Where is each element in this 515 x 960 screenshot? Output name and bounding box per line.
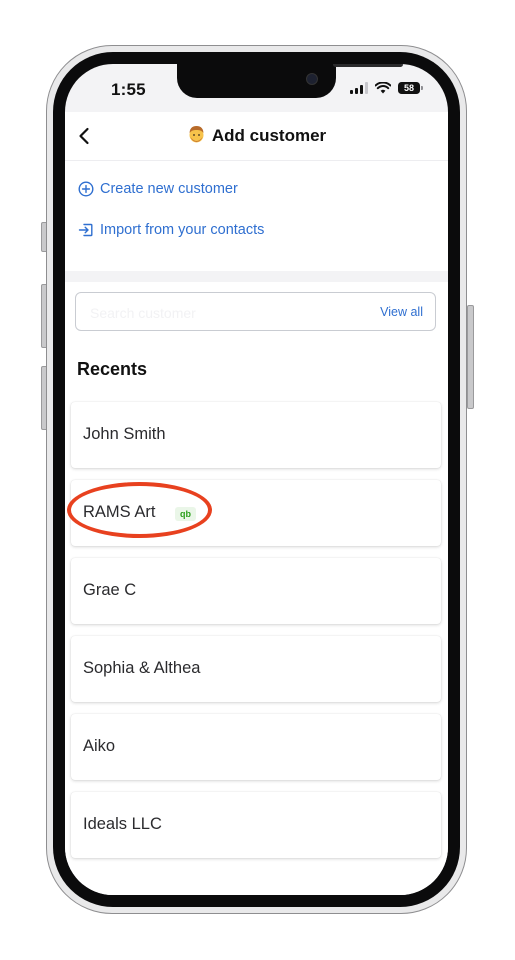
battery-icon: 58 bbox=[398, 82, 423, 94]
phone-screen: 1:55 58 Add customer Create new customer… bbox=[65, 64, 448, 895]
search-box: View all bbox=[75, 292, 436, 332]
customer-row-john-smith[interactable]: John Smith bbox=[71, 402, 441, 468]
create-new-customer-link[interactable]: Create new customer bbox=[78, 181, 238, 197]
customer-name: John Smith bbox=[83, 425, 166, 443]
speaker-grille bbox=[333, 64, 403, 67]
import-contacts-label: Import from your contacts bbox=[100, 222, 265, 238]
import-contacts-link[interactable]: Import from your contacts bbox=[78, 222, 264, 238]
customer-row-rams-art[interactable]: RAMS Art qb bbox=[71, 480, 441, 546]
cellular-signal-icon bbox=[350, 82, 368, 94]
power-button bbox=[467, 305, 474, 409]
front-camera bbox=[306, 73, 318, 85]
page-title: Add customer bbox=[211, 126, 327, 145]
search-input[interactable] bbox=[88, 293, 362, 332]
import-icon bbox=[78, 223, 93, 237]
plus-circle-icon bbox=[78, 181, 94, 197]
quickbooks-badge: qb bbox=[175, 507, 196, 521]
page-title-wrap: Add customer bbox=[65, 124, 448, 146]
status-icons: 58 bbox=[350, 82, 423, 94]
wifi-icon bbox=[375, 82, 391, 94]
customer-name: Grae C bbox=[83, 581, 137, 599]
view-all-link[interactable]: View all bbox=[380, 305, 423, 319]
create-new-customer-label: Create new customer bbox=[100, 181, 238, 197]
customer-row-ideals-llc[interactable]: Ideals LLC bbox=[71, 792, 441, 858]
dynamic-notch bbox=[177, 64, 403, 98]
customer-name: RAMS Art bbox=[83, 503, 156, 521]
customer-name: Ideals LLC bbox=[83, 815, 162, 833]
status-time: 1:55 bbox=[111, 80, 146, 99]
recents-heading: Recents bbox=[77, 359, 148, 379]
person-emoji-icon bbox=[189, 126, 204, 143]
app-header: Add customer bbox=[65, 112, 448, 161]
customer-name: Sophia & Althea bbox=[83, 659, 201, 677]
customer-actions: Create new customer Import from your con… bbox=[65, 161, 448, 271]
customer-row-sophia-althea[interactable]: Sophia & Althea bbox=[71, 636, 441, 702]
customer-search-area: View all Recents John Smith RAMS Art qb … bbox=[65, 282, 448, 895]
customer-row-aiko[interactable]: Aiko bbox=[71, 714, 441, 780]
customer-row-grae-c[interactable]: Grae C bbox=[71, 558, 441, 624]
customer-name: Aiko bbox=[83, 737, 116, 755]
